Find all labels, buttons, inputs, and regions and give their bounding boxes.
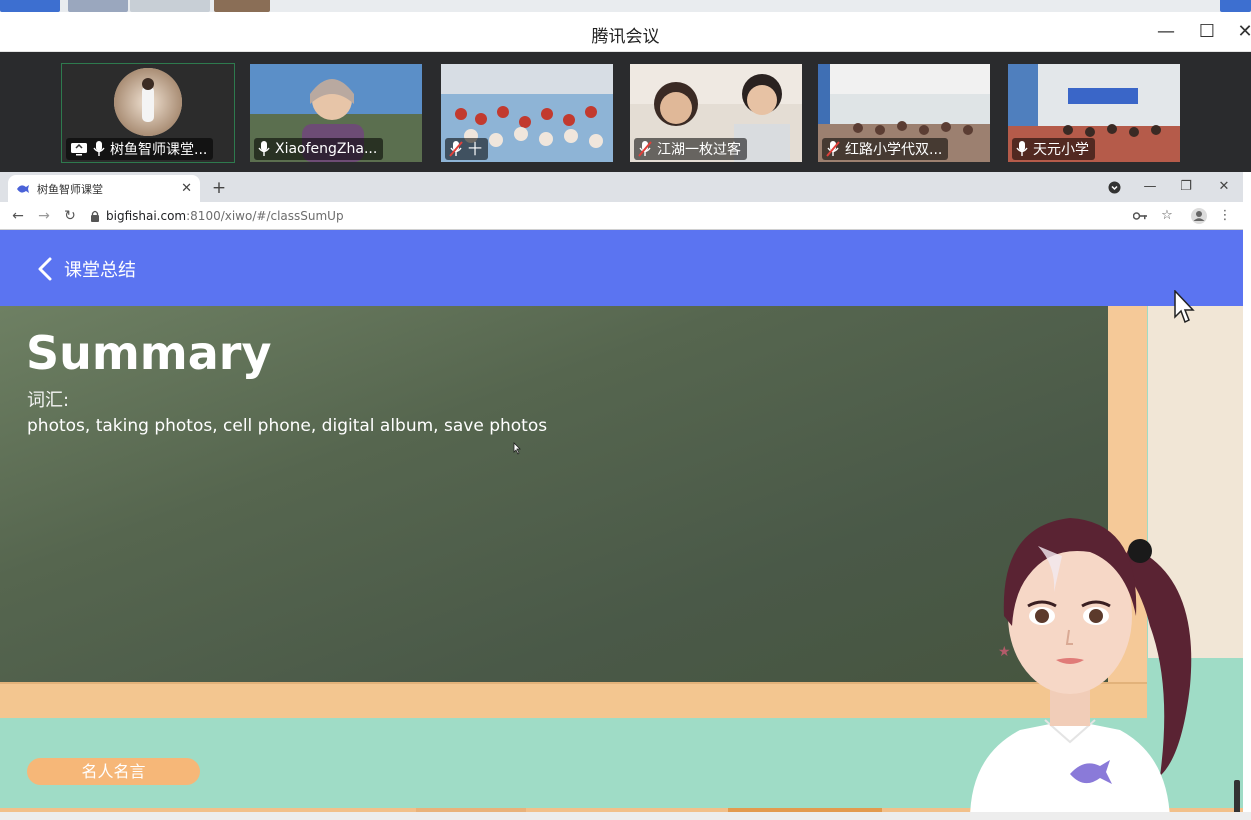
meeting-title: 腾讯会议	[591, 27, 660, 47]
meeting-title-bar: 腾讯会议 — ☐ ✕	[0, 12, 1251, 52]
desktop-thumbnail	[214, 0, 270, 12]
key-icon[interactable]	[1133, 212, 1147, 220]
browser-tab[interactable]: 树鱼智师课堂 ✕	[8, 175, 200, 202]
new-tab-button[interactable]: +	[208, 177, 230, 199]
bookmark-star-icon[interactable]: ☆	[1157, 206, 1177, 226]
classroom-scene: Summary 词汇: photos, taking photos, cell …	[0, 306, 1243, 820]
desktop-thumbnail	[0, 0, 60, 12]
summary-heading: Summary	[26, 326, 272, 380]
participant-name: XiaofengZha...	[275, 141, 378, 157]
browser-restore-button[interactable]: ❐	[1173, 176, 1199, 198]
vocabulary-label: 词汇:	[27, 390, 70, 411]
lock-icon	[91, 210, 99, 222]
desktop-taskbar-strip	[0, 0, 1251, 12]
browser-address-bar: ← → ↻ bigfishai.com:8100/xiwo/#/classSum…	[0, 202, 1243, 230]
participant-name: 树鱼智师课堂...	[110, 142, 208, 158]
screen-share-icon	[71, 143, 87, 156]
meeting-close-button[interactable]: ✕	[1232, 20, 1251, 44]
participant-tile[interactable]: 树鱼智师课堂...	[61, 63, 235, 163]
browser-tab-title: 树鱼智师课堂	[37, 182, 103, 196]
participant-tile[interactable]: 江湖一枚过客	[630, 64, 802, 162]
bottom-edge	[0, 812, 1251, 820]
microphone-muted-icon	[826, 141, 840, 157]
microphone-muted-icon	[638, 141, 652, 157]
browser-menu-icon[interactable]: ⋮	[1215, 206, 1235, 226]
participant-label: 十	[445, 138, 488, 160]
tab-close-icon[interactable]: ✕	[181, 181, 192, 196]
tab-search-icon[interactable]	[1108, 181, 1121, 194]
fish-favicon-icon	[17, 184, 29, 193]
forward-nav-button[interactable]: →	[34, 206, 54, 226]
participant-label: 江湖一枚过客	[634, 138, 747, 160]
svg-text:★: ★	[998, 644, 1011, 660]
back-chevron-icon[interactable]	[36, 256, 54, 282]
participant-tile[interactable]: XiaofengZha...	[250, 64, 422, 162]
screen-root: 腾讯会议 — ☐ ✕ 树鱼智师课堂... XiaofengZha... 十 江湖…	[0, 0, 1251, 820]
participant-name: 天元小学	[1033, 142, 1089, 158]
participant-tile[interactable]: 十	[441, 64, 613, 162]
desktop-thumbnail	[68, 0, 128, 12]
participant-label: 红路小学代双...	[822, 138, 949, 160]
participant-tile[interactable]: 天元小学	[1008, 64, 1180, 162]
famous-quotes-button[interactable]: 名人名言	[27, 758, 200, 785]
mouse-pointer-icon	[1174, 290, 1195, 324]
meeting-maximize-button[interactable]: ☐	[1194, 20, 1220, 44]
app-header: 课堂总结	[0, 230, 1243, 306]
participant-name: 江湖一枚过客	[657, 142, 741, 158]
scrollbar-thumb[interactable]	[1234, 780, 1240, 816]
participant-label: 树鱼智师课堂...	[66, 138, 214, 160]
virtual-teacher-avatar: ★	[970, 518, 1192, 820]
shared-browser-window: 树鱼智师课堂 ✕ + — ❐ ✕ ← → ↻ bigfishai.com:810…	[0, 172, 1243, 820]
participant-name: 红路小学代双...	[845, 142, 943, 158]
participant-name: 十	[468, 142, 482, 158]
meeting-minimize-button[interactable]: —	[1153, 20, 1179, 44]
url-field[interactable]: bigfishai.com:8100/xiwo/#/classSumUp	[90, 206, 1120, 226]
profile-icon[interactable]	[1191, 208, 1207, 224]
page-title: 课堂总结	[64, 260, 136, 281]
microphone-icon	[258, 141, 270, 156]
microphone-muted-icon	[449, 141, 463, 157]
browser-tab-bar: 树鱼智师课堂 ✕ + — ❐ ✕	[0, 172, 1243, 202]
participant-label: 天元小学	[1012, 138, 1095, 160]
remote-pointer-icon	[513, 442, 521, 455]
url-host: bigfishai.com	[106, 209, 187, 223]
reload-button[interactable]: ↻	[60, 206, 80, 226]
microphone-icon	[93, 141, 105, 156]
browser-close-button[interactable]: ✕	[1211, 176, 1237, 198]
participant-strip: 树鱼智师课堂... XiaofengZha... 十 江湖一枚过客 红路小学代双…	[0, 52, 1251, 172]
participant-tile[interactable]: 红路小学代双...	[818, 64, 990, 162]
desktop-thumbnail	[1220, 0, 1251, 12]
desktop-thumbnail	[130, 0, 210, 12]
browser-minimize-button[interactable]: —	[1137, 176, 1163, 198]
url-path: :8100/xiwo/#/classSumUp	[186, 209, 344, 223]
vocabulary-list: photos, taking photos, cell phone, digit…	[27, 416, 548, 436]
participant-label: XiaofengZha...	[254, 138, 384, 160]
microphone-icon	[1016, 141, 1028, 156]
back-nav-button[interactable]: ←	[8, 206, 28, 226]
